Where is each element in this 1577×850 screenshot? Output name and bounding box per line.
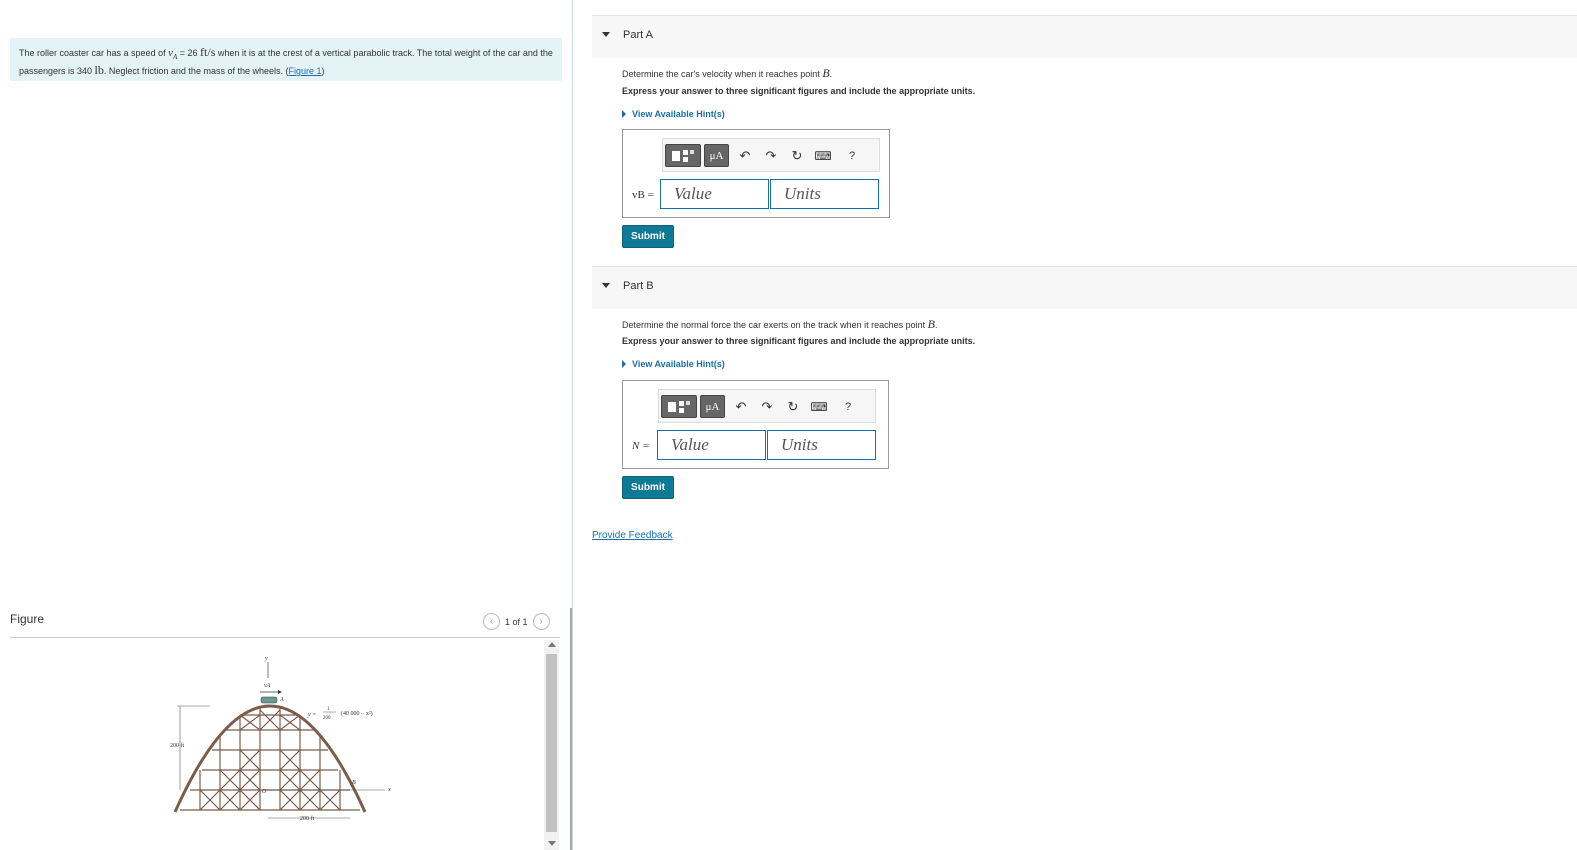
- equation-numerator: 1: [327, 707, 330, 712]
- equation-prefix: y =: [307, 712, 316, 718]
- units-symbol-icon[interactable]: μA: [700, 395, 725, 418]
- template-icon[interactable]: [665, 144, 701, 167]
- figure-page-count: 1 of 1: [505, 616, 528, 627]
- part-b-answer-box: μA ↶ ↷ ↻ ⌨ ? N =: [622, 380, 889, 469]
- keyboard-icon[interactable]: ⌨: [809, 395, 829, 418]
- support-lattice: [180, 706, 360, 811]
- y-axis-label: y: [264, 656, 268, 662]
- redo-icon[interactable]: ↷: [764, 144, 778, 167]
- scroll-up-arrow[interactable]: [548, 642, 556, 647]
- part-b-title: Part B: [623, 280, 654, 292]
- height-label: 200 ft: [170, 742, 184, 749]
- help-icon[interactable]: ?: [842, 395, 854, 418]
- keyboard-icon[interactable]: ⌨: [813, 144, 833, 167]
- help-icon[interactable]: ?: [846, 144, 858, 167]
- math-toolbar: μA ↶ ↷ ↻ ⌨ ?: [658, 389, 876, 423]
- provide-feedback-link[interactable]: Provide Feedback: [592, 530, 673, 541]
- undo-icon[interactable]: ↶: [734, 395, 748, 418]
- reset-icon[interactable]: ↻: [790, 144, 804, 167]
- scroll-down-arrow[interactable]: [548, 841, 556, 846]
- part-a-submit-button[interactable]: Submit: [622, 225, 674, 248]
- collapse-caret-icon[interactable]: [602, 32, 610, 37]
- equation-denominator: 200: [323, 716, 331, 721]
- figure-pagination: ‹ 1 of 1 ›: [483, 613, 550, 630]
- part-a-units-input[interactable]: [770, 179, 879, 209]
- expand-triangle-icon: [622, 360, 626, 368]
- undo-icon[interactable]: ↶: [738, 144, 752, 167]
- part-b-question: Determine the normal force the car exert…: [622, 317, 938, 331]
- part-a-hint-toggle[interactable]: View Available Hint(s): [622, 109, 725, 119]
- width-label: 200 ft: [300, 815, 314, 822]
- part-b-units-input[interactable]: [767, 430, 876, 460]
- prev-figure-button[interactable]: ‹: [483, 613, 500, 630]
- part-b-hint-toggle[interactable]: View Available Hint(s): [622, 359, 725, 369]
- part-a-value-input[interactable]: [660, 179, 769, 209]
- x-axis-label: x: [387, 787, 391, 793]
- part-a-variable-label: vB =: [632, 189, 654, 201]
- figure-scrollbar[interactable]: [544, 640, 559, 850]
- left-pane: The roller coaster car has a speed of vA…: [0, 0, 572, 850]
- figure-title: Figure: [10, 612, 45, 626]
- collapse-caret-icon[interactable]: [602, 283, 610, 288]
- part-a-header[interactable]: Part A: [592, 15, 1577, 58]
- velocity-arrowhead: [278, 690, 282, 694]
- point-b-label: B: [352, 780, 356, 786]
- origin-label: O: [262, 789, 267, 795]
- velocity-label: vA: [264, 683, 271, 689]
- reset-icon[interactable]: ↻: [786, 395, 800, 418]
- roller-coaster-figure: y vA A 200 ft x O B 200 ft y = 1 200 (40…: [170, 656, 391, 822]
- parabolic-track: [173, 704, 367, 813]
- part-a-instruction: Express your answer to three significant…: [622, 86, 976, 96]
- pane-divider-handle[interactable]: [570, 608, 572, 850]
- speed-symbol: vA: [168, 47, 178, 62]
- point-a-label: A: [279, 697, 284, 703]
- part-b-submit-button[interactable]: Submit: [622, 476, 674, 499]
- part-b-header[interactable]: Part B: [592, 266, 1577, 309]
- figure-link[interactable]: Figure 1: [288, 66, 321, 76]
- part-a-answer-box: μA ↶ ↷ ↻ ⌨ ? vB =: [622, 129, 890, 218]
- redo-icon[interactable]: ↷: [760, 395, 774, 418]
- part-a-question: Determine the car's velocity when it rea…: [622, 66, 833, 80]
- part-b-instruction: Express your answer to three significant…: [622, 336, 976, 346]
- problem-statement: The roller coaster car has a speed of vA…: [10, 38, 562, 81]
- part-a-title: Part A: [623, 29, 653, 41]
- pane-divider[interactable]: [572, 0, 573, 850]
- part-b-variable-label: N =: [632, 440, 650, 452]
- part-b-value-input[interactable]: [657, 430, 766, 460]
- coaster-car: [260, 696, 278, 704]
- expand-triangle-icon: [622, 110, 626, 118]
- math-toolbar: μA ↶ ↷ ↻ ⌨ ?: [662, 138, 880, 172]
- equation-body: (40 000 − x²): [341, 710, 373, 717]
- next-figure-button[interactable]: ›: [532, 613, 550, 630]
- scroll-thumb[interactable]: [546, 654, 557, 832]
- template-icon[interactable]: [661, 395, 697, 418]
- figure-divider: [10, 637, 560, 638]
- units-symbol-icon[interactable]: μA: [704, 144, 729, 167]
